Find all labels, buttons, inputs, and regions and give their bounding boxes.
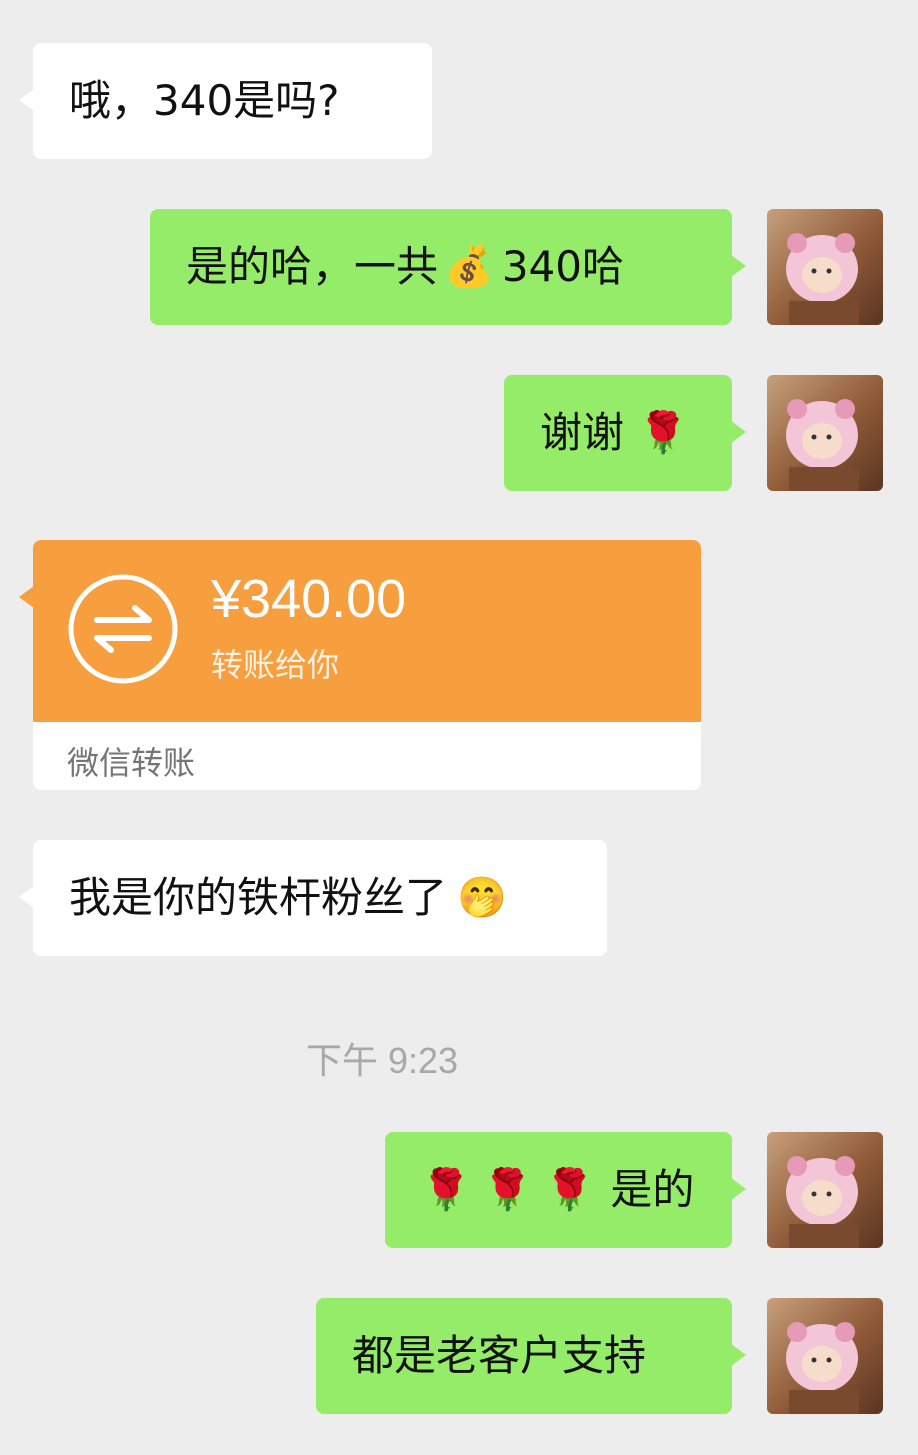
timestamp: 下午 9:23	[305, 1040, 459, 1081]
transfer-description: 转账给你	[211, 646, 340, 684]
avatar[interactable]	[767, 1298, 883, 1414]
transfer-amount: ¥340.00	[211, 569, 407, 629]
transfer-card[interactable]: ¥340.00 转账给你 微信转账	[19, 540, 701, 790]
avatar-photo	[786, 399, 859, 491]
hand-over-mouth-icon: 🤭	[457, 875, 507, 921]
rose-icon: 🌹🌹🌹	[421, 1167, 607, 1213]
avatar-photo	[786, 1322, 859, 1414]
rose-icon: 🌹	[638, 410, 688, 456]
transfer-card-header: ¥340.00 转账给你	[19, 540, 701, 722]
message-bubble-incoming[interactable]: 我是你的铁杆粉丝了 🤭	[19, 840, 607, 956]
avatar-photo	[786, 1156, 859, 1248]
message-bubble-outgoing[interactable]: 是的哈，一共 💰 340哈	[150, 209, 746, 325]
message-text: 我是你的铁杆粉丝了	[69, 873, 448, 922]
message-bubble-outgoing[interactable]: 🌹🌹🌹 是的	[385, 1132, 746, 1248]
message-text: 是的哈，一共	[186, 242, 439, 291]
avatar[interactable]	[767, 1132, 883, 1248]
message-bubble-outgoing[interactable]: 谢谢 🌹	[504, 375, 746, 491]
message-bubble-incoming[interactable]: 哦，340是吗?	[19, 43, 432, 159]
message-text: 是的	[610, 1165, 695, 1214]
transfer-label: 微信转账	[67, 744, 196, 782]
avatar-photo	[786, 233, 859, 325]
message-text: 340哈	[501, 242, 624, 291]
money-bag-icon: 💰	[444, 244, 494, 290]
avatar[interactable]	[767, 209, 883, 325]
avatar[interactable]	[767, 375, 883, 491]
transfer-arrows-icon	[68, 574, 178, 684]
message-text: 谢谢	[540, 408, 625, 457]
message-text: 哦，340是吗?	[69, 76, 340, 125]
message-bubble-outgoing[interactable]: 都是老客户支持	[316, 1298, 746, 1414]
message-text: 都是老客户支持	[352, 1331, 647, 1380]
